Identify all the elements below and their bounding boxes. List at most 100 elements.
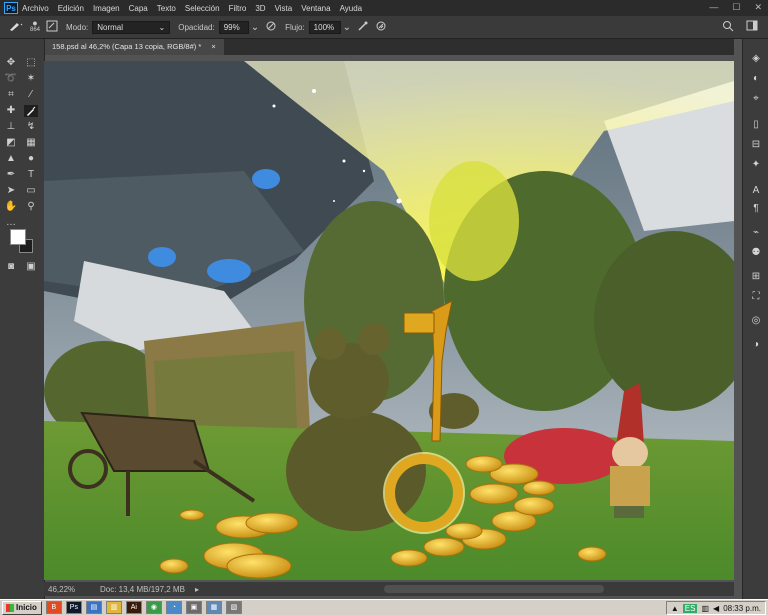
menu-item-6[interactable]: Filtro <box>229 4 247 13</box>
chevron-down-icon: ⌄ <box>158 22 166 32</box>
opacity-dropdown-icon[interactable]: ⌄ <box>251 22 259 33</box>
menu-item-5[interactable]: Selección <box>185 4 220 13</box>
close-button[interactable]: ✕ <box>754 2 762 13</box>
network-icon[interactable]: ▥ <box>701 604 709 613</box>
maximize-button[interactable]: ☐ <box>732 2 740 13</box>
windows-logo-icon <box>6 603 14 612</box>
opacity-value: 99% <box>223 22 240 32</box>
dodge-tool-icon[interactable]: ● <box>24 153 38 165</box>
history-brush-tool-icon[interactable]: ↯ <box>24 121 38 133</box>
history-panel-icon[interactable]: ⊟ <box>750 139 762 151</box>
move-tool-icon[interactable]: ✥ <box>4 57 18 69</box>
swatches-panel-icon[interactable]: ◎ <box>750 315 762 327</box>
photoshop-logo-icon[interactable]: Ps <box>4 2 18 14</box>
opacity-input[interactable]: 99% <box>218 20 249 34</box>
flow-dropdown-icon[interactable]: ⌄ <box>343 22 351 33</box>
clone-stamp-tool-icon[interactable]: ⊥ <box>4 121 18 133</box>
brush-tool-preset-icon[interactable] <box>8 20 24 35</box>
taskbar-app-chrome-icon[interactable]: ◉ <box>145 601 162 614</box>
menu-item-8[interactable]: Vista <box>275 4 293 13</box>
brush-tool-icon[interactable] <box>24 105 38 117</box>
workspace-icon[interactable] <box>746 20 760 35</box>
properties-panel-icon[interactable]: ▯ <box>750 119 762 131</box>
more-tools-icon[interactable]: … <box>4 217 18 229</box>
start-button[interactable]: Inicio <box>2 600 42 615</box>
menu-item-1[interactable]: Edición <box>58 4 84 13</box>
menu-item-9[interactable]: Ventana <box>301 4 330 13</box>
status-bar: 46,22% Doc: 13,4 MB/197,2 MB ▸ <box>44 582 734 596</box>
menu-item-7[interactable]: 3D <box>255 4 265 13</box>
layers-panel-icon[interactable]: ◈ <box>750 53 762 65</box>
type-tool-icon[interactable]: T <box>24 169 38 181</box>
mode-value: Normal <box>97 22 124 32</box>
menu-item-4[interactable]: Texto <box>157 4 176 13</box>
document-tab-title: 158.psd al 46,2% (Capa 13 copia, RGB/8#)… <box>52 42 202 51</box>
pen-tool-icon[interactable]: ✒ <box>4 169 18 181</box>
menu-item-3[interactable]: Capa <box>129 4 148 13</box>
taskbar-app-app8-icon[interactable]: ▣ <box>185 601 202 614</box>
eraser-tool-icon[interactable]: ◩ <box>4 137 18 149</box>
close-tab-icon[interactable]: × <box>211 42 215 51</box>
menu-item-0[interactable]: Archivo <box>22 4 49 13</box>
channels-panel-icon[interactable]: ⌖ <box>750 93 762 105</box>
minimize-button[interactable]: — <box>709 2 718 13</box>
taskbar-app-ps-icon[interactable]: Ps <box>65 601 82 614</box>
character-panel-icon[interactable]: A <box>750 185 762 197</box>
brush-size-picker[interactable]: ● 864 <box>30 19 41 34</box>
flow-label: Flujo: <box>285 22 305 32</box>
navigator-panel-icon[interactable]: ⛶ <box>750 291 762 303</box>
taskbar-app-app10-icon[interactable]: ▧ <box>225 601 242 614</box>
search-icon[interactable] <box>722 20 734 35</box>
volume-icon[interactable]: ◀ <box>713 604 719 613</box>
start-label: Inicio <box>16 602 37 612</box>
info-panel-icon[interactable]: ⊞ <box>750 271 762 283</box>
tools-panel: ✥ ⬚ ➰ ✶ ⌗ ⁄ ✚ ⊥ ↯ ◩ ▦ ▲ ● ✒ T ➤ ▭ ✋ ⚲ … … <box>0 39 45 599</box>
crop-tool-icon[interactable]: ⌗ <box>4 89 18 101</box>
system-tray: ▲ ES ▥ ◀ 08:33 p.m. <box>665 601 766 615</box>
blur-tool-icon[interactable]: ▲ <box>4 153 18 165</box>
magic-wand-tool-icon[interactable]: ✶ <box>24 73 38 85</box>
mode-select[interactable]: Normal ⌄ <box>92 20 171 34</box>
eyedropper-tool-icon[interactable]: ⁄ <box>24 89 38 101</box>
adjustments-panel-icon[interactable]: ◐ <box>750 73 762 85</box>
taskbar-app-explorer-icon[interactable]: ▤ <box>85 601 102 614</box>
brush-panel-toggle-icon[interactable] <box>46 20 58 35</box>
marquee-tool-icon[interactable]: ⬚ <box>24 57 38 69</box>
horizontal-scrollbar[interactable] <box>384 585 604 593</box>
taskbar-app-app7-icon[interactable]: ◔ <box>165 601 182 614</box>
color-panel-icon[interactable]: ◑ <box>750 339 762 351</box>
airbrush-icon[interactable] <box>357 20 369 35</box>
pressure-opacity-icon[interactable] <box>265 20 277 35</box>
lasso-tool-icon[interactable]: ➰ <box>4 73 18 85</box>
taskbar-app-ai-icon[interactable]: Ai <box>125 601 142 614</box>
path-selection-tool-icon[interactable]: ➤ <box>4 185 18 197</box>
quick-mask-icon[interactable]: ◙ <box>4 261 18 273</box>
rectangle-tool-icon[interactable]: ▭ <box>24 185 38 197</box>
taskbar-app-brave-icon[interactable]: B <box>45 601 62 614</box>
zoom-level[interactable]: 46,22% <box>48 585 100 594</box>
flow-input[interactable]: 100% <box>308 20 341 34</box>
menu-item-2[interactable]: Imagen <box>93 4 120 13</box>
panel-dock: ◈ ◐ ⌖ ▯ ⊟ ✦ A ¶ ⌁ ⚉ ⊞ ⛶ ◎ ◑ <box>742 39 768 599</box>
document-tab[interactable]: 158.psd al 46,2% (Capa 13 copia, RGB/8#)… <box>44 39 224 55</box>
hand-tool-icon[interactable]: ✋ <box>4 201 18 213</box>
taskbar-app-folder-icon[interactable]: ▥ <box>105 601 122 614</box>
gradient-tool-icon[interactable]: ▦ <box>24 137 38 149</box>
language-icon[interactable]: ES <box>682 603 698 613</box>
pressure-size-icon[interactable] <box>375 20 387 35</box>
brush-presets-panel-icon[interactable]: ⌁ <box>750 227 762 239</box>
paragraph-panel-icon[interactable]: ¶ <box>750 203 762 215</box>
foreground-color-swatch-top[interactable] <box>10 229 26 245</box>
taskbar-app-app9-icon[interactable]: ▦ <box>205 601 222 614</box>
healing-brush-tool-icon[interactable]: ✚ <box>4 105 18 117</box>
menu-item-10[interactable]: Ayuda <box>340 4 363 13</box>
screen-mode-icon[interactable]: ▣ <box>24 261 38 273</box>
document-info: Doc: 13,4 MB/197,2 MB <box>100 584 185 594</box>
zoom-tool-icon[interactable]: ⚲ <box>24 201 38 213</box>
status-menu-arrow-icon[interactable]: ▸ <box>195 585 199 594</box>
clone-source-panel-icon[interactable]: ⚉ <box>750 247 762 259</box>
actions-panel-icon[interactable]: ✦ <box>750 159 762 171</box>
document-canvas[interactable] <box>44 61 734 580</box>
brush-size-value: 864 <box>30 27 41 33</box>
tray-arrow-icon[interactable]: ▲ <box>671 604 679 613</box>
